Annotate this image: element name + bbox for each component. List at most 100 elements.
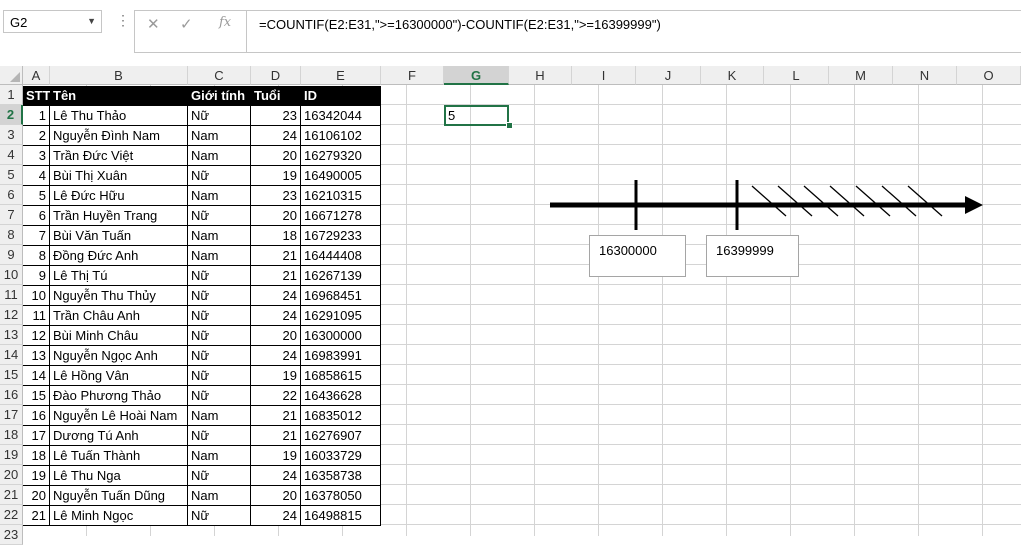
table-cell-stt[interactable]: 12 — [23, 326, 50, 346]
table-cell-stt[interactable]: 6 — [23, 206, 50, 226]
row-header-20[interactable]: 20 — [0, 465, 23, 485]
table-cell-age[interactable]: 24 — [251, 506, 301, 526]
table-cell-id[interactable]: 16300000 — [301, 326, 381, 346]
table-cell-name[interactable]: Lê Đức Hữu — [50, 186, 188, 206]
table-cell-id[interactable]: 16968451 — [301, 286, 381, 306]
table-header-gender[interactable]: Giới tính — [188, 86, 251, 106]
table-cell-name[interactable]: Lê Minh Ngọc — [50, 506, 188, 526]
table-cell-age[interactable]: 23 — [251, 186, 301, 206]
row-header-7[interactable]: 7 — [0, 205, 23, 225]
table-cell-age[interactable]: 19 — [251, 446, 301, 466]
table-cell-stt[interactable]: 5 — [23, 186, 50, 206]
table-cell-gender[interactable]: Nam — [188, 146, 251, 166]
table-cell-stt[interactable]: 17 — [23, 426, 50, 446]
row-header-11[interactable]: 11 — [0, 285, 23, 305]
table-cell-id[interactable]: 16858615 — [301, 366, 381, 386]
column-header-e[interactable]: E — [301, 66, 381, 85]
table-cell-gender[interactable]: Nữ — [188, 506, 251, 526]
table-cell-gender[interactable]: Nữ — [188, 366, 251, 386]
table-cell-stt[interactable]: 10 — [23, 286, 50, 306]
table-cell-age[interactable]: 21 — [251, 266, 301, 286]
table-cell-gender[interactable]: Nam — [188, 406, 251, 426]
table-cell-name[interactable]: Bùi Thị Xuân — [50, 166, 188, 186]
table-cell-gender[interactable]: Nữ — [188, 346, 251, 366]
table-cell-name[interactable]: Bùi Văn Tuấn — [50, 226, 188, 246]
column-header-o[interactable]: O — [957, 66, 1021, 85]
table-cell-gender[interactable]: Nam — [188, 126, 251, 146]
table-cell-age[interactable]: 23 — [251, 106, 301, 126]
table-cell-name[interactable]: Nguyễn Tuấn Dũng — [50, 486, 188, 506]
row-header-22[interactable]: 22 — [0, 505, 23, 525]
row-header-23[interactable]: 23 — [0, 525, 23, 545]
table-cell-gender[interactable]: Nữ — [188, 266, 251, 286]
table-cell-age[interactable]: 21 — [251, 426, 301, 446]
textbox-lower-bound[interactable]: 16300000 — [589, 235, 686, 277]
table-cell-stt[interactable]: 21 — [23, 506, 50, 526]
table-cell-stt[interactable]: 7 — [23, 226, 50, 246]
table-cell-gender[interactable]: Nữ — [188, 306, 251, 326]
column-header-i[interactable]: I — [572, 66, 636, 85]
select-all-corner[interactable] — [0, 66, 23, 85]
column-header-g[interactable]: G — [444, 66, 509, 85]
table-cell-age[interactable]: 20 — [251, 146, 301, 166]
table-cell-gender[interactable]: Nữ — [188, 426, 251, 446]
table-cell-gender[interactable]: Nam — [188, 446, 251, 466]
table-cell-gender[interactable]: Nữ — [188, 206, 251, 226]
column-header-c[interactable]: C — [188, 66, 251, 85]
row-header-3[interactable]: 3 — [0, 125, 23, 145]
table-cell-id[interactable]: 16729233 — [301, 226, 381, 246]
table-cell-id[interactable]: 16267139 — [301, 266, 381, 286]
table-cell-stt[interactable]: 13 — [23, 346, 50, 366]
table-cell-gender[interactable]: Nam — [188, 246, 251, 266]
table-cell-id[interactable]: 16291095 — [301, 306, 381, 326]
table-cell-stt[interactable]: 9 — [23, 266, 50, 286]
table-cell-id[interactable]: 16276907 — [301, 426, 381, 446]
table-cell-name[interactable]: Lê Thu Thảo — [50, 106, 188, 126]
name-box[interactable]: G2 ▼ — [3, 10, 102, 33]
table-cell-name[interactable]: Trần Châu Anh — [50, 306, 188, 326]
table-cell-age[interactable]: 24 — [251, 306, 301, 326]
row-header-14[interactable]: 14 — [0, 345, 23, 365]
table-cell-age[interactable]: 19 — [251, 366, 301, 386]
row-header-4[interactable]: 4 — [0, 145, 23, 165]
close-icon[interactable]: ✕ — [147, 15, 160, 33]
row-header-12[interactable]: 12 — [0, 305, 23, 325]
formula-input[interactable]: =COUNTIF(E2:E31,">=16300000")-COUNTIF(E2… — [246, 10, 1021, 53]
table-cell-age[interactable]: 24 — [251, 346, 301, 366]
table-cell-id[interactable]: 16983991 — [301, 346, 381, 366]
table-cell-gender[interactable]: Nữ — [188, 106, 251, 126]
more-options-icon[interactable]: ⋮ — [116, 12, 130, 29]
table-cell-age[interactable]: 24 — [251, 126, 301, 146]
column-header-k[interactable]: K — [701, 66, 764, 85]
table-cell-stt[interactable]: 20 — [23, 486, 50, 506]
row-header-21[interactable]: 21 — [0, 485, 23, 505]
table-cell-age[interactable]: 21 — [251, 246, 301, 266]
column-header-j[interactable]: J — [636, 66, 701, 85]
row-header-19[interactable]: 19 — [0, 445, 23, 465]
row-header-8[interactable]: 8 — [0, 225, 23, 245]
table-cell-name[interactable]: Lê Hồng Vân — [50, 366, 188, 386]
table-cell-gender[interactable]: Nam — [188, 486, 251, 506]
table-cell-name[interactable]: Dương Tú Anh — [50, 426, 188, 446]
table-header-age[interactable]: Tuổi — [251, 86, 301, 106]
table-cell-id[interactable]: 16498815 — [301, 506, 381, 526]
table-cell-stt[interactable]: 4 — [23, 166, 50, 186]
row-header-13[interactable]: 13 — [0, 325, 23, 345]
table-cell-stt[interactable]: 16 — [23, 406, 50, 426]
table-cell-name[interactable]: Nguyễn Lê Hoài Nam — [50, 406, 188, 426]
table-cell-id[interactable]: 16033729 — [301, 446, 381, 466]
table-cell-gender[interactable]: Nữ — [188, 386, 251, 406]
table-cell-name[interactable]: Bùi Minh Châu — [50, 326, 188, 346]
table-cell-id[interactable]: 16378050 — [301, 486, 381, 506]
table-cell-id[interactable]: 16279320 — [301, 146, 381, 166]
table-cell-age[interactable]: 22 — [251, 386, 301, 406]
table-cell-stt[interactable]: 15 — [23, 386, 50, 406]
table-cell-name[interactable]: Trần Huyền Trang — [50, 206, 188, 226]
table-cell-gender[interactable]: Nữ — [188, 166, 251, 186]
table-cell-age[interactable]: 20 — [251, 326, 301, 346]
table-cell-stt[interactable]: 18 — [23, 446, 50, 466]
table-cell-id[interactable]: 16436628 — [301, 386, 381, 406]
table-cell-name[interactable]: Nguyễn Ngọc Anh — [50, 346, 188, 366]
table-cell-gender[interactable]: Nữ — [188, 326, 251, 346]
row-header-16[interactable]: 16 — [0, 385, 23, 405]
